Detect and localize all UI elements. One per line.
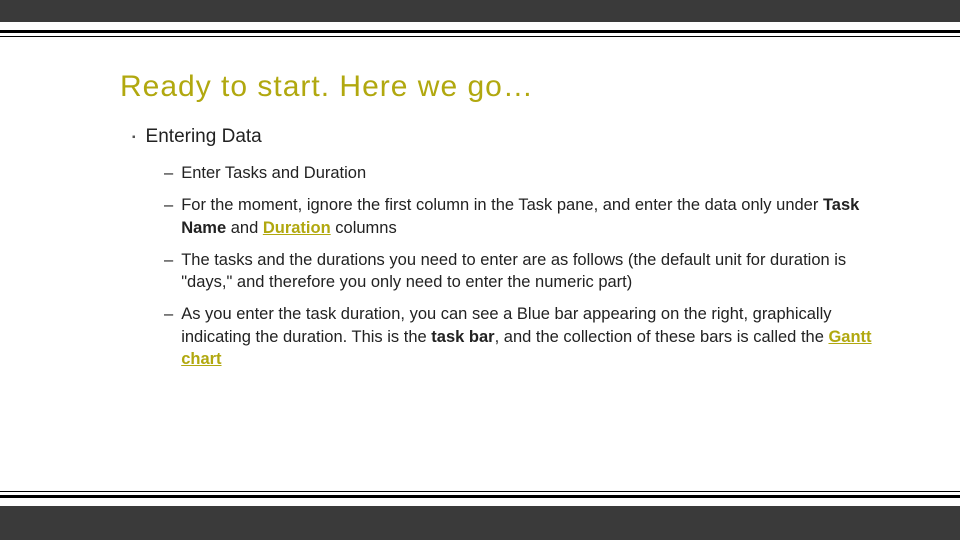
level1-heading: Entering Data [146, 126, 262, 148]
text-run: and [226, 219, 263, 237]
slide-content: Ready to start. Here we go… ▪ Entering D… [120, 70, 880, 380]
bottom-rule-thick [0, 495, 960, 498]
list-item: – As you enter the task duration, you ca… [164, 303, 880, 370]
top-band [0, 0, 960, 22]
text-run: For the moment, ignore the first column … [181, 196, 823, 214]
text-run: , and the collection of these bars is ca… [495, 328, 829, 346]
text-run: columns [331, 219, 397, 237]
dash-bullet-icon: – [164, 162, 173, 184]
level2-list: – Enter Tasks and Duration – For the mom… [164, 162, 880, 370]
dash-bullet-icon: – [164, 194, 173, 239]
bottom-band [0, 506, 960, 540]
bottom-rule-thin [0, 491, 960, 492]
list-item-text: The tasks and the durations you need to … [181, 249, 880, 294]
top-rule-thin [0, 36, 960, 37]
bold-text: task bar [431, 328, 494, 346]
list-item-text: Enter Tasks and Duration [181, 162, 880, 184]
list-item: – For the moment, ignore the first colum… [164, 194, 880, 239]
list-item-text: As you enter the task duration, you can … [181, 303, 880, 370]
highlight-link: Duration [263, 219, 331, 237]
top-rule-thick [0, 30, 960, 33]
list-item: – Enter Tasks and Duration [164, 162, 880, 184]
dash-bullet-icon: – [164, 249, 173, 294]
dash-bullet-icon: – [164, 303, 173, 370]
square-bullet-icon: ▪ [132, 132, 136, 143]
level1-item: ▪ Entering Data [132, 126, 880, 148]
slide-title: Ready to start. Here we go… [120, 70, 880, 104]
list-item: – The tasks and the durations you need t… [164, 249, 880, 294]
list-item-text: For the moment, ignore the first column … [181, 194, 880, 239]
